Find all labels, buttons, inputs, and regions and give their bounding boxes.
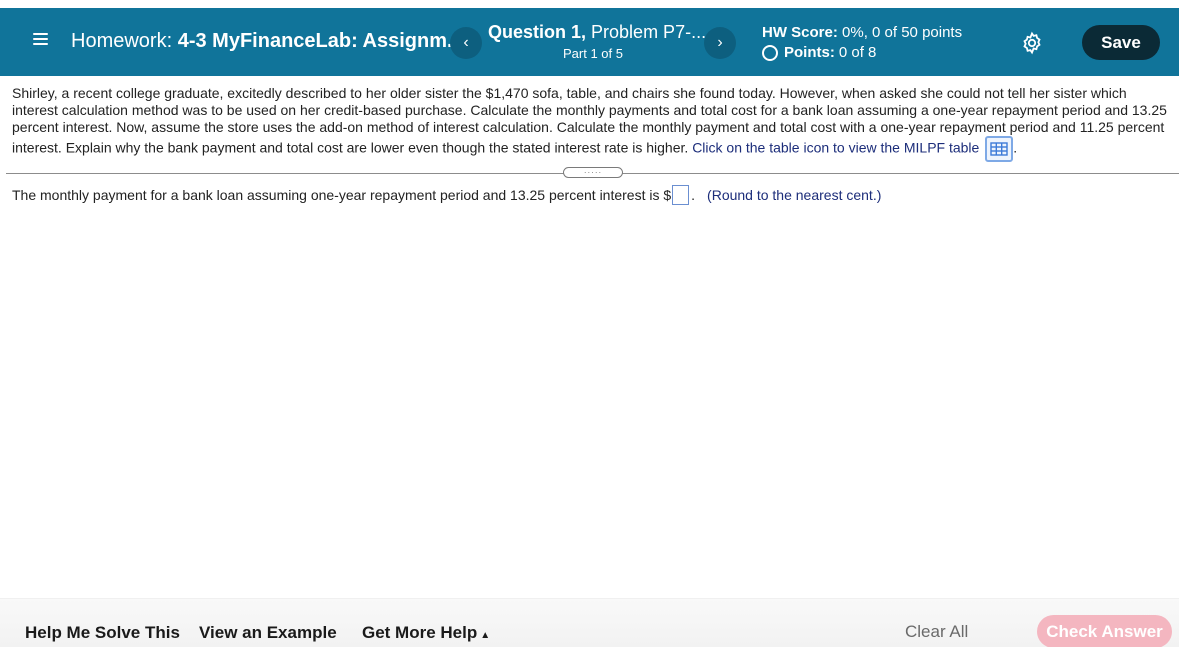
homework-title: Homework: 4-3 MyFinanceLab: Assignm...	[71, 30, 464, 53]
part-label: Part 1 of 5	[563, 46, 623, 61]
answer-row: The monthly payment for a bank loan assu…	[12, 185, 881, 205]
points-row: Points: 0 of 8	[762, 44, 962, 61]
question-indicator: Question 1, Problem P7-... Part 1 of 5	[488, 22, 706, 61]
next-question-button[interactable]: ›	[704, 27, 736, 59]
score-panel: HW Score: 0%, 0 of 50 points Points: 0 o…	[762, 24, 962, 61]
divider-drag-handle[interactable]: ·····	[563, 167, 623, 178]
view-example-button[interactable]: View an Example	[199, 623, 337, 643]
gear-icon[interactable]	[1020, 31, 1044, 55]
previous-question-button[interactable]: ‹	[450, 27, 482, 59]
milpf-table-link[interactable]: Click on the table icon to view the MILP…	[692, 140, 979, 156]
get-more-help-label: Get More Help	[362, 623, 478, 642]
question-text: Shirley, a recent college graduate, exci…	[12, 85, 1175, 162]
hamburger-menu-icon[interactable]	[30, 30, 52, 52]
clear-all-button[interactable]: Clear All	[905, 622, 968, 642]
question-trailing: .	[1013, 139, 1018, 156]
chevron-left-icon: ‹	[463, 34, 469, 51]
hw-score-label: HW Score:	[762, 24, 838, 41]
problem-label: Problem P7-...	[591, 22, 707, 42]
points-value: 0 of 8	[838, 44, 877, 61]
hw-score-value: 0%, 0 of 50 points	[842, 24, 963, 41]
question-title: Question 1, Problem P7-...	[488, 22, 706, 43]
rounding-note: (Round to the nearest cent.)	[707, 187, 882, 203]
footer-bar: Help Me Solve This View an Example Get M…	[0, 598, 1179, 647]
answer-after-input: .	[691, 187, 696, 203]
check-answer-button[interactable]: Check Answer	[1037, 615, 1172, 647]
question-label: Question 1,	[488, 22, 587, 42]
answer-prompt: The monthly payment for a bank loan assu…	[12, 187, 672, 203]
monthly-payment-input[interactable]	[672, 185, 690, 205]
homework-title-name: 4-3 MyFinanceLab: Assignm...	[177, 30, 464, 52]
caret-up-icon: ▲	[480, 630, 491, 641]
table-grid-icon[interactable]	[985, 136, 1014, 162]
get-more-help-button[interactable]: Get More Help ▲	[362, 623, 490, 643]
chevron-right-icon: ›	[717, 34, 723, 51]
top-strip	[0, 0, 1179, 8]
points-ring-icon	[762, 44, 778, 61]
save-button[interactable]: Save	[1082, 25, 1160, 60]
help-me-solve-button[interactable]: Help Me Solve This	[25, 623, 180, 643]
points-label: Points:	[784, 44, 835, 61]
app-header: Homework: 4-3 MyFinanceLab: Assignm... ‹…	[0, 8, 1179, 76]
homework-title-prefix: Homework:	[71, 30, 173, 52]
hw-score: HW Score: 0%, 0 of 50 points	[762, 24, 962, 41]
